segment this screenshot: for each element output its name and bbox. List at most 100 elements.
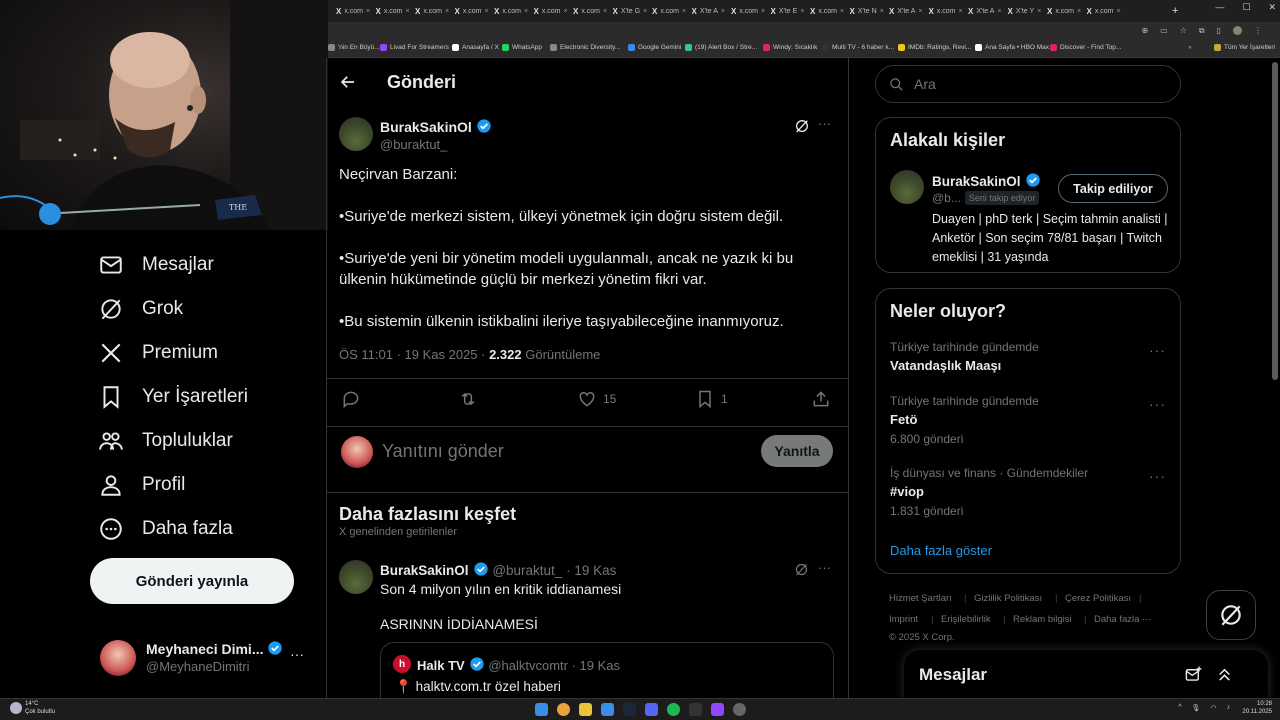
browser-tab[interactable]: Xx.com × [1087,3,1124,19]
bookmark-item[interactable]: Livad For Streamers [380,44,449,51]
tweet-author-handle[interactable]: @buraktut_ [492,563,562,578]
grok-button[interactable] [1206,590,1256,640]
related-name[interactable]: BurakSakinOl [932,172,1041,189]
weather-widget[interactable]: 14°C Çok bulutlu [25,700,55,716]
sidebar-item-more[interactable]: Daha fazla [98,509,233,549]
spotify-icon[interactable] [667,703,680,716]
mic-icon[interactable]: 🎙 [1192,704,1201,712]
start-icon[interactable] [535,703,548,716]
bookmark-item[interactable]: Google Gemini [628,44,681,51]
footer-link[interactable]: Erişilebilirlik [941,614,991,625]
minimize-icon[interactable]: — [1215,2,1224,13]
avatar[interactable] [339,117,373,151]
sidebar-item-premium[interactable]: Premium [98,333,218,373]
tab-close-icon[interactable]: × [406,8,410,15]
star-icon[interactable]: ☆ [1180,26,1187,36]
new-message-icon[interactable] [1184,665,1203,684]
chrome-icon[interactable] [557,703,570,716]
browser-tab[interactable]: Xx.com × [573,3,610,19]
tab-close-icon[interactable]: × [800,8,804,15]
tab-close-icon[interactable]: × [918,8,922,15]
trend-item[interactable]: Türkiye tarihinde gündemde Fetö 6.800 gö… [890,394,1180,446]
browser-tab[interactable]: Xx.com × [336,3,373,19]
tweet-more-icon[interactable]: ··· [818,560,831,575]
browser-tab[interactable]: X X'te A × [692,3,729,19]
browser-tab[interactable]: X X'te A × [968,3,1005,19]
app-icon[interactable] [733,703,746,716]
bookmark-item[interactable]: Ana Sayfa • HBO Max [975,44,1049,51]
epic-icon[interactable] [689,703,702,716]
app-icon[interactable] [601,703,614,716]
reply-button[interactable]: Yanıtla [761,435,833,467]
footer-link[interactable]: Çerez Politikası [1065,593,1131,604]
all-bookmarks-link[interactable]: Tüm Yer İşaretleri [1214,44,1275,51]
discord-icon[interactable] [645,703,658,716]
search-input[interactable]: Ara [875,65,1181,103]
browser-menu-icon[interactable]: ⋮ [1254,26,1262,36]
bookmark-item[interactable]: WhatsApp [502,44,542,51]
tab-close-icon[interactable]: × [721,8,725,15]
messages-drawer[interactable]: Mesajlar [904,650,1268,700]
tab-close-icon[interactable]: × [603,8,607,15]
account-switcher[interactable]: Meyhaneci Dimi... @MeyhaneDimitri ··· [100,634,310,684]
tab-close-icon[interactable]: × [366,8,370,15]
reply-icon[interactable] [341,389,361,409]
close-window-icon[interactable]: ✕ [1268,2,1276,13]
trend-more-icon[interactable]: ··· [1149,396,1166,412]
tab-close-icon[interactable]: × [1117,8,1121,15]
footer-link[interactable]: Reklam bilgisi [1013,614,1072,625]
weather-icon[interactable] [10,702,22,714]
sidebar-item-messages[interactable]: Mesajlar [98,245,214,285]
app-icon[interactable] [711,703,724,716]
maximize-icon[interactable]: ☐ [1242,2,1250,13]
profile-avatar-icon[interactable] [1233,26,1242,35]
zoom-icon[interactable]: ⊕ [1141,26,1148,36]
extensions-icon[interactable]: ⧉ [1199,26,1205,36]
sidepanel-icon[interactable]: ▯ [1217,26,1221,36]
tab-close-icon[interactable]: × [959,8,963,15]
tweet-author-name[interactable]: BurakSakinOl [380,563,469,578]
browser-tab[interactable]: Xx.com × [415,3,452,19]
tab-close-icon[interactable]: × [564,8,568,15]
sidebar-item-communities[interactable]: Topluluklar [98,421,233,461]
bookmark-item[interactable]: (19) Alert Box / Stre... [685,44,757,51]
browser-tab[interactable]: X X'te Y × [1008,3,1045,19]
bookmark-item[interactable]: Electronic Diversity... [550,44,620,51]
volume-icon[interactable]: ♪ [1227,704,1231,712]
browser-tab[interactable]: Xx.com × [929,3,966,19]
browser-tab[interactable]: Xx.com × [810,3,847,19]
bookmark-item[interactable]: Windy: Sıcaklık [763,44,817,51]
browser-tab[interactable]: Xx.com × [652,3,689,19]
back-arrow-icon[interactable] [339,73,357,91]
tab-close-icon[interactable]: × [1037,8,1041,15]
trend-item[interactable]: İş dünyası ve finans · Gündemdekiler #vi… [890,466,1180,518]
browser-tab[interactable]: Xx.com × [376,3,413,19]
tab-close-icon[interactable]: × [840,8,844,15]
share-icon[interactable] [811,389,831,409]
like-button[interactable]: 15 [577,389,616,409]
cast-icon[interactable]: ▭ [1160,26,1168,36]
tab-close-icon[interactable]: × [761,8,765,15]
bookmark-item[interactable]: 'nin En Büyü... [328,44,380,51]
avatar[interactable] [339,560,373,594]
browser-tab[interactable]: Xx.com × [731,3,768,19]
footer-link[interactable]: Imprint [889,614,918,625]
bookmarks-overflow-icon[interactable]: » [1188,44,1192,51]
bookmark-item[interactable]: Anasayfa / X [452,44,499,51]
tab-close-icon[interactable]: × [524,8,528,15]
trend-more-icon[interactable]: ··· [1149,342,1166,358]
browser-tab[interactable]: X X'te G × [613,3,650,19]
browser-tab[interactable]: Xx.com × [455,3,492,19]
steam-icon[interactable] [623,703,636,716]
tray-chevron-icon[interactable]: ^ [1178,704,1181,712]
sidebar-item-grok[interactable]: Grok [98,289,183,329]
expand-drawer-icon[interactable] [1215,665,1234,684]
post-button[interactable]: Gönderi yayınla [90,558,294,604]
tab-close-icon[interactable]: × [1077,8,1081,15]
post-author-name[interactable]: BurakSakinOl [380,118,492,135]
show-more-link[interactable]: Daha fazla göster [890,543,992,558]
footer-link[interactable]: Gizlilik Politikası [974,593,1042,604]
footer-more-link[interactable]: Daha fazla ··· [1094,614,1152,625]
trend-item[interactable]: Türkiye tarihinde gündemde Vatandaşlık M… [890,340,1180,380]
post-author-handle[interactable]: @buraktut_ [380,137,447,152]
